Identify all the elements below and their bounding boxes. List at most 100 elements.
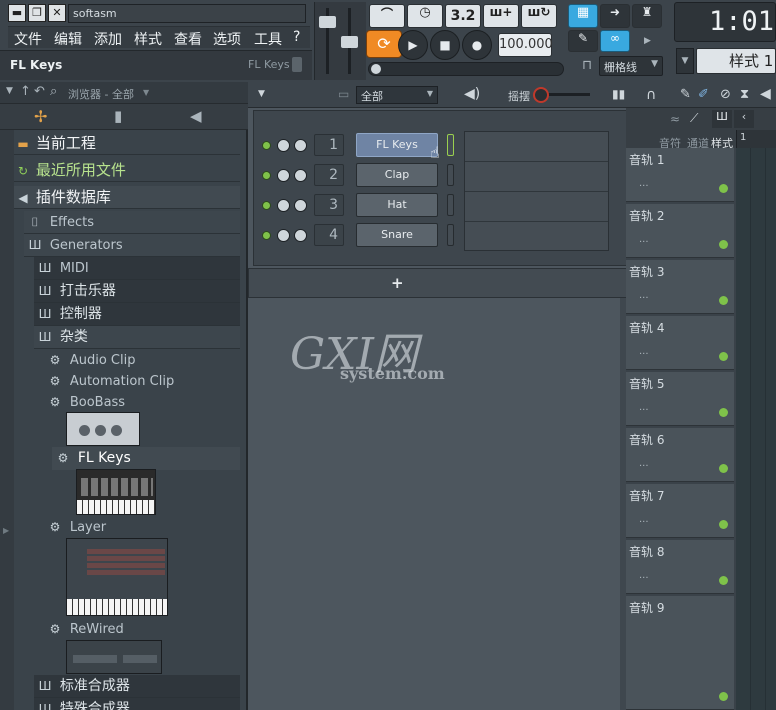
track-led[interactable]	[719, 296, 728, 305]
channel-volume-knob[interactable]	[277, 199, 290, 212]
channel-led[interactable]	[262, 141, 271, 150]
time-signature-button[interactable]: 3.2	[445, 4, 481, 28]
browser-item-fl-keys[interactable]: ⚙ FL Keys	[52, 447, 240, 470]
menu-tools[interactable]: 工具	[254, 29, 282, 49]
channel-mixer-track[interactable]: 4	[314, 224, 344, 246]
rack-menu-icon[interactable]: ▼	[258, 89, 265, 99]
channel-step-area[interactable]	[464, 131, 609, 251]
channel-button-snare[interactable]: Snare	[356, 223, 438, 247]
browser-item-standard-synth[interactable]: Ш 标准合成器	[34, 675, 240, 698]
close-button[interactable]: ✕	[48, 4, 66, 22]
playlist-track-1[interactable]: 音轨 1...	[626, 148, 734, 202]
browser-item-percussion[interactable]: Ш 打击乐器	[34, 280, 240, 303]
channel-button-fl-keys[interactable]: FL Keys	[356, 133, 438, 157]
speaker-icon[interactable]: ◀	[190, 107, 202, 125]
timeline-ruler[interactable]: 1	[736, 130, 776, 148]
speaker-icon[interactable]: ◀)	[464, 86, 480, 102]
menu-add[interactable]: 添加	[94, 29, 122, 49]
link-button[interactable]: ∞	[600, 30, 630, 52]
browser-item-automation-clip[interactable]: ⚙ Automation Clip	[44, 370, 240, 393]
multilink-button[interactable]: ♜	[632, 4, 662, 28]
channel-select-indicator[interactable]	[447, 224, 454, 246]
pencil-tool-button[interactable]: ✎	[568, 30, 598, 52]
playlist-grid[interactable]	[736, 148, 776, 710]
pattern-song-toggle[interactable]: ⟳	[366, 30, 402, 58]
channel-pan-knob[interactable]	[294, 199, 307, 212]
channel-led[interactable]	[262, 171, 271, 180]
channel-mixer-track[interactable]: 1	[314, 134, 344, 156]
pattern-menu-button[interactable]: ▼	[676, 48, 694, 74]
arrow-up-icon[interactable]: ↑	[20, 84, 31, 99]
browser-item-boobass[interactable]: ⚙ BooBass	[44, 391, 240, 414]
play-button[interactable]: ▶	[398, 30, 428, 60]
piano-icon[interactable]: Ш	[712, 110, 732, 128]
channel-volume-knob[interactable]	[277, 169, 290, 182]
playlist-track-4[interactable]: 音轨 4...	[626, 316, 734, 370]
browser-menu-icon[interactable]: ▼	[6, 86, 13, 96]
record-button[interactable]: ●	[462, 30, 492, 60]
channel-select-indicator[interactable]	[447, 194, 454, 216]
undo-icon[interactable]: ↶	[34, 84, 45, 99]
playlist-track-5[interactable]: 音轨 5...	[626, 372, 734, 426]
playlist-track-8[interactable]: 音轨 8...	[626, 540, 734, 594]
search-icon[interactable]: ⌕	[50, 84, 57, 99]
swing-knob[interactable]	[533, 87, 549, 103]
song-position-handle[interactable]	[371, 64, 381, 74]
browser-item-plugin-database[interactable]: ◀ 插件数据库	[14, 186, 240, 209]
snap-select[interactable]: 栅格线 ▼	[599, 56, 663, 76]
track-led[interactable]	[719, 408, 728, 417]
browser-item-recent-files[interactable]: ↻ 最近所用文件	[14, 159, 240, 182]
channel-pan-knob[interactable]	[294, 169, 307, 182]
metronome-button[interactable]: ⌒	[369, 4, 405, 28]
channel-led[interactable]	[262, 231, 271, 240]
stop-button[interactable]: ■	[430, 30, 460, 60]
wait-record-button[interactable]: ◷	[407, 4, 443, 28]
menu-options[interactable]: 选项	[213, 29, 241, 49]
browser-item-layer[interactable]: ⚙ Layer	[44, 516, 240, 539]
magnet-icon[interactable]: ∩	[646, 87, 656, 103]
file-icon[interactable]: ▮	[114, 107, 122, 125]
channel-filter-select[interactable]: 全部 ▼	[356, 86, 438, 104]
channel-volume-knob[interactable]	[277, 229, 290, 242]
channel-select-indicator[interactable]	[447, 164, 454, 186]
track-led[interactable]	[719, 464, 728, 473]
mute-icon[interactable]: ⊘	[720, 87, 731, 102]
channel-pan-knob[interactable]	[294, 229, 307, 242]
track-led[interactable]	[719, 184, 728, 193]
minimize-button[interactable]: ▬	[8, 4, 26, 22]
browser-scroll-gutter[interactable]: ▶	[0, 130, 14, 710]
browser-item-midi[interactable]: Ш MIDI	[34, 257, 240, 280]
scroll-handle-icon[interactable]: ▶	[3, 526, 9, 535]
track-led[interactable]	[719, 520, 728, 529]
playlist-track-9[interactable]: 音轨 9	[626, 596, 734, 710]
speaker-icon[interactable]: ◀	[760, 86, 771, 102]
arrow-tool-button[interactable]: ➜	[600, 4, 630, 28]
browser-item-misc[interactable]: Ш 杂类	[34, 326, 240, 349]
browser-item-generators[interactable]: Ш Generators	[24, 234, 240, 257]
menu-edit[interactable]: 编辑	[54, 29, 82, 49]
playlist-track-2[interactable]: 音轨 2...	[626, 204, 734, 258]
pattern-selector[interactable]: 样式 1	[696, 48, 776, 74]
rewired-thumbnail[interactable]	[66, 640, 162, 674]
master-volume-slider[interactable]	[319, 16, 336, 28]
track-led[interactable]	[719, 576, 728, 585]
channel-select-indicator[interactable]	[447, 134, 454, 156]
brush-icon[interactable]: ✐	[698, 87, 709, 102]
channel-volume-knob[interactable]	[277, 139, 290, 152]
browser-item-current-project[interactable]: ▬ 当前工程	[14, 132, 240, 155]
channel-button-clap[interactable]: Clap	[356, 163, 438, 187]
loop-record-button[interactable]: ш↻	[521, 4, 557, 28]
chevron-left-icon[interactable]: ‹	[734, 110, 754, 128]
slip-icon[interactable]: ⧗	[740, 87, 749, 102]
add-channel-button[interactable]: +	[391, 274, 404, 292]
master-pitch-slider[interactable]	[341, 36, 358, 48]
playlist-track-7[interactable]: 音轨 7...	[626, 484, 734, 538]
layer-thumbnail[interactable]	[66, 538, 168, 616]
fl-keys-thumbnail[interactable]	[76, 469, 156, 515]
channel-mixer-track[interactable]: 2	[314, 164, 344, 186]
menu-file[interactable]: 文件	[14, 29, 42, 49]
menu-view[interactable]: 查看	[174, 29, 202, 49]
track-led[interactable]	[719, 692, 728, 701]
tempo-field[interactable]: 100.000	[498, 33, 553, 57]
boobass-thumbnail[interactable]	[66, 412, 140, 446]
